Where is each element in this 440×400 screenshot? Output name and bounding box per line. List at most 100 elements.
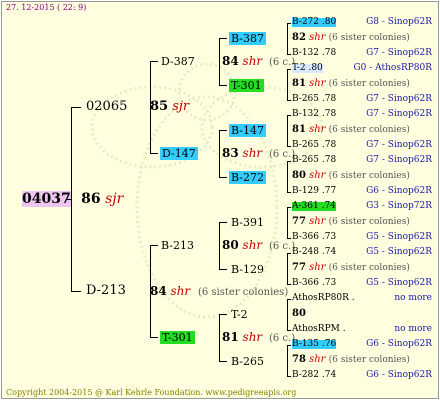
connector bbox=[287, 253, 291, 254]
connector bbox=[287, 345, 288, 376]
gen4-bottom-right-0[interactable]: G7 - Sinop62R bbox=[366, 49, 432, 58]
gen4-top-right-0[interactable]: G8 - Sinop62R bbox=[366, 18, 432, 27]
connector bbox=[219, 314, 220, 361]
connector bbox=[287, 207, 288, 238]
root-id: 04037 bbox=[22, 191, 71, 207]
connector bbox=[219, 177, 227, 178]
connector bbox=[150, 61, 151, 153]
node-B-147[interactable]: B-147 bbox=[229, 124, 266, 137]
connector bbox=[287, 284, 291, 285]
gen4-top-right-6[interactable]: no more bbox=[394, 294, 432, 303]
gen4-top-2[interactable]: B-132 .78 bbox=[292, 110, 336, 119]
connector bbox=[219, 38, 227, 39]
connector bbox=[287, 161, 288, 192]
connector bbox=[67, 199, 71, 200]
root-node[interactable]: 04037 86 sjr bbox=[22, 191, 124, 207]
node-T-301[interactable]: T-301 bbox=[160, 331, 195, 344]
connector bbox=[287, 299, 288, 330]
gen4-top-right-2[interactable]: G7 - Sinop62R bbox=[366, 110, 432, 119]
gen1-year-1: 84 shr (6 sister colonies) bbox=[150, 284, 289, 298]
gen4-top-right-1[interactable]: G0 - AthosRP80R bbox=[353, 64, 432, 73]
gen4-bottom-right-1[interactable]: G7 - Sinop62R bbox=[366, 95, 432, 104]
connector bbox=[150, 245, 151, 337]
node-T-301-g3[interactable]: T-301 bbox=[229, 79, 264, 92]
gen4-top-5[interactable]: B-248 .74 bbox=[292, 248, 336, 257]
connector bbox=[150, 153, 158, 154]
connector bbox=[287, 23, 288, 54]
connector bbox=[287, 161, 291, 162]
gen4-bottom-right-5[interactable]: G5 - Sinop62R bbox=[366, 279, 432, 288]
connector bbox=[219, 222, 227, 223]
gen2-year-3: 81 shr (6 c.) bbox=[222, 330, 296, 344]
node-B-387[interactable]: B-387 bbox=[229, 32, 266, 45]
gen4-bottom-6[interactable]: AthosRPM . bbox=[292, 325, 346, 334]
gen4-top-right-5[interactable]: G5 - Sinop62R bbox=[366, 248, 432, 257]
node-B-272[interactable]: B-272 bbox=[229, 171, 266, 184]
gen4-top-3[interactable]: B-265 .78 bbox=[292, 156, 336, 165]
gen4-bottom-right-7[interactable]: G6 - Sinop62R bbox=[366, 371, 432, 380]
node-B-265[interactable]: B-265 bbox=[231, 356, 264, 367]
connector bbox=[287, 54, 291, 55]
gen4-top-right-3[interactable]: G7 - Sinop62R bbox=[366, 156, 432, 165]
node-T-2[interactable]: T-2 bbox=[231, 309, 248, 320]
connector bbox=[287, 146, 291, 147]
node-B-213[interactable]: B-213 bbox=[161, 240, 194, 251]
gen2-year-0: 84 shr (6 c.) bbox=[222, 54, 296, 68]
connector bbox=[219, 85, 227, 86]
gen4-bottom-3[interactable]: B-129 .77 bbox=[292, 187, 336, 196]
gen4-top-6[interactable]: AthosRP80R . bbox=[292, 294, 355, 303]
connector bbox=[287, 330, 291, 331]
connector bbox=[287, 345, 291, 346]
gen4-bottom-right-4[interactable]: G5 - Sinop62R bbox=[366, 233, 432, 242]
connector bbox=[219, 130, 220, 177]
node-B-391[interactable]: B-391 bbox=[231, 217, 264, 228]
connector bbox=[219, 314, 227, 315]
gen2-year-1: 83 shr (6 c.) bbox=[222, 146, 296, 160]
gen4-bottom-right-3[interactable]: G6 - Sinop62R bbox=[366, 187, 432, 196]
gen4-mid-6: 80 bbox=[292, 308, 306, 319]
node-D-387[interactable]: D-387 bbox=[161, 56, 195, 67]
gen4-top-1[interactable]: T-2 .80 bbox=[292, 64, 323, 73]
gen4-top-right-4[interactable]: G3 - Sinop72R bbox=[366, 202, 432, 211]
gen4-mid-7: 78 shr (6 sister colonies) bbox=[292, 354, 410, 365]
dam-D-213[interactable]: D-213 bbox=[86, 284, 126, 297]
gen4-mid-5: 77 shr (6 sister colonies) bbox=[292, 262, 410, 273]
node-D-147[interactable]: D-147 bbox=[160, 147, 198, 160]
connector bbox=[287, 299, 291, 300]
connector bbox=[287, 253, 288, 284]
node-B-129[interactable]: B-129 bbox=[231, 264, 264, 275]
gen4-mid-3: 80 shr (6 sister colonies) bbox=[292, 170, 410, 181]
gen4-bottom-5[interactable]: B-366 .73 bbox=[292, 279, 336, 288]
gen4-top-right-7[interactable]: G6 - Sinop62R bbox=[366, 340, 432, 349]
gen4-bottom-7[interactable]: B-282 .74 bbox=[292, 371, 336, 380]
sire-02065[interactable]: 02065 bbox=[86, 100, 127, 113]
gen4-bottom-right-2[interactable]: G7 - Sinop62R bbox=[366, 141, 432, 150]
gen4-top-0[interactable]: B-272 .80 bbox=[292, 18, 337, 27]
connector bbox=[287, 376, 291, 377]
root-year: 86 bbox=[81, 191, 101, 207]
connector bbox=[71, 291, 81, 292]
gen4-top-7[interactable]: B-135 .76 bbox=[292, 340, 337, 349]
connector bbox=[219, 38, 220, 85]
connector bbox=[71, 107, 81, 108]
gen4-mid-0: 82 shr (6 sister colonies) bbox=[292, 32, 410, 43]
connector bbox=[219, 269, 227, 270]
connector bbox=[219, 361, 227, 362]
gen4-top-4[interactable]: A-361 .74 bbox=[292, 202, 336, 211]
connector bbox=[150, 337, 158, 338]
gen4-bottom-4[interactable]: B-366 .73 bbox=[292, 233, 336, 242]
connector bbox=[287, 192, 291, 193]
gen4-bottom-1[interactable]: B-265 .78 bbox=[292, 95, 336, 104]
connector bbox=[287, 69, 288, 100]
gen4-mid-4: 77 shr (6 sister colonies) bbox=[292, 216, 410, 227]
gen4-bottom-right-6[interactable]: no more bbox=[394, 325, 432, 334]
connector bbox=[287, 115, 288, 146]
connector bbox=[150, 61, 158, 62]
gen4-bottom-0[interactable]: B-132 .78 bbox=[292, 49, 336, 58]
gen4-bottom-2[interactable]: B-265 .78 bbox=[292, 141, 336, 150]
root-tag: sjr bbox=[105, 191, 124, 207]
connector bbox=[287, 23, 291, 24]
connector bbox=[150, 245, 158, 246]
connector bbox=[287, 207, 291, 208]
footer-copyright: Copyright 2004-2015 @ Karl Kehrle Founda… bbox=[6, 388, 297, 397]
